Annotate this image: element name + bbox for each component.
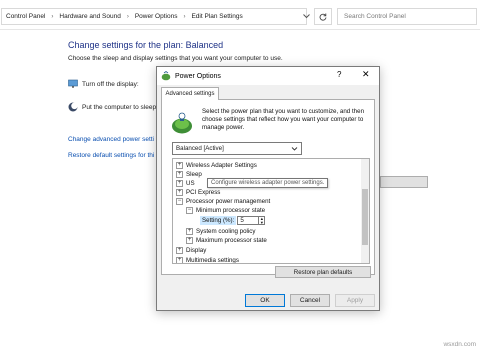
tree-item-label: Maximum processor state bbox=[196, 237, 267, 244]
refresh-button[interactable] bbox=[314, 8, 332, 25]
sleep-setting-row: Put the computer to sleep bbox=[68, 102, 156, 112]
tree-item-label: Wireless Adapter Settings bbox=[186, 162, 257, 169]
chevron-down-icon bbox=[302, 14, 310, 19]
expand-icon[interactable]: + bbox=[186, 228, 193, 235]
address-bar: Control Panel › Hardware and Sound › Pow… bbox=[0, 0, 480, 30]
tree-item-maximum-processor-state[interactable]: + Maximum processor state bbox=[186, 236, 267, 245]
tree-item-multimedia-settings[interactable]: + Multimedia settings bbox=[176, 256, 239, 264]
tree-item-processor-power-management[interactable]: − Processor power management bbox=[176, 197, 270, 206]
processor-setting-row: Setting (%): 5 ▲ ▼ bbox=[200, 216, 266, 225]
power-plan-icon bbox=[172, 112, 192, 134]
expand-icon[interactable]: + bbox=[176, 171, 183, 178]
dropdown-history-button[interactable] bbox=[297, 8, 315, 25]
page-title: Change settings for the plan: Balanced bbox=[68, 40, 224, 50]
tree-item-label: Display bbox=[186, 247, 207, 254]
save-changes-button[interactable] bbox=[380, 176, 428, 188]
spinner-icon[interactable]: ▲ ▼ bbox=[259, 216, 266, 225]
plan-dropdown[interactable]: Balanced [Active] bbox=[172, 142, 302, 155]
help-button[interactable]: ? bbox=[337, 70, 341, 79]
intro-text: Select the power plan that you want to c… bbox=[202, 108, 365, 131]
setting-value-input[interactable]: 5 bbox=[237, 216, 260, 225]
dialog-title: Power Options bbox=[175, 72, 221, 80]
breadcrumb-item-hardware-and-sound[interactable]: Hardware and Sound bbox=[59, 13, 120, 20]
power-options-dialog: Power Options ? ✕ Advanced settings Sele… bbox=[156, 66, 380, 311]
moon-icon bbox=[68, 102, 78, 112]
expand-icon[interactable]: + bbox=[176, 180, 183, 187]
sleep-label: Put the computer to sleep bbox=[82, 103, 157, 111]
search-input[interactable]: Search Control Panel bbox=[337, 8, 477, 25]
scrollbar-thumb[interactable] bbox=[362, 189, 368, 245]
breadcrumb-separator-icon: › bbox=[183, 13, 186, 20]
chevron-down-icon bbox=[291, 147, 298, 151]
expand-icon[interactable]: + bbox=[176, 247, 183, 254]
breadcrumb-item-control-panel[interactable]: Control Panel bbox=[6, 13, 45, 20]
turn-off-display-label: Turn off the display: bbox=[82, 80, 139, 88]
tree-scrollbar[interactable] bbox=[361, 159, 369, 263]
settings-tree[interactable]: + Wireless Adapter Settings + Sleep + US… bbox=[172, 158, 370, 264]
power-options-icon bbox=[161, 71, 171, 81]
restore-plan-defaults-button[interactable]: Restore plan defaults bbox=[275, 266, 371, 278]
refresh-icon bbox=[319, 13, 327, 21]
dialog-tabbar: Advanced settings bbox=[157, 85, 379, 100]
collapse-icon[interactable]: − bbox=[186, 207, 193, 214]
tree-item-system-cooling-policy[interactable]: + System cooling policy bbox=[186, 227, 256, 236]
tab-advanced-settings[interactable]: Advanced settings bbox=[161, 87, 219, 100]
monitor-icon bbox=[68, 79, 78, 88]
search-placeholder: Search Control Panel bbox=[344, 13, 406, 20]
tree-item-wireless-adapter[interactable]: + Wireless Adapter Settings bbox=[176, 161, 257, 170]
expand-icon[interactable]: + bbox=[176, 162, 183, 169]
setting-label: Setting (%): bbox=[200, 216, 237, 225]
expand-icon[interactable]: + bbox=[186, 237, 193, 244]
tree-item-minimum-processor-state[interactable]: − Minimum processor state bbox=[186, 206, 265, 215]
expand-icon[interactable]: + bbox=[176, 189, 183, 196]
tree-item-label: System cooling policy bbox=[196, 228, 256, 235]
tree-item-pci-express[interactable]: + PCI Express bbox=[176, 188, 220, 197]
cancel-button[interactable]: Cancel bbox=[290, 294, 330, 307]
ok-button[interactable]: OK bbox=[245, 294, 285, 307]
display-setting-row: Turn off the display: bbox=[68, 79, 139, 89]
tree-item-label: Processor power management bbox=[186, 198, 271, 205]
intro: Select the power plan that you want to c… bbox=[170, 108, 372, 134]
advanced-settings-link[interactable]: Change advanced power setti bbox=[68, 136, 154, 143]
tree-item-usb[interactable]: + US bbox=[176, 179, 195, 188]
breadcrumb-separator-icon: › bbox=[51, 13, 54, 20]
breadcrumb[interactable]: Control Panel › Hardware and Sound › Pow… bbox=[1, 8, 307, 25]
tree-item-label: US bbox=[186, 180, 195, 187]
tree-item-label: Multimedia settings bbox=[186, 257, 239, 264]
breadcrumb-item-edit-plan-settings[interactable]: Edit Plan Settings bbox=[191, 13, 242, 20]
breadcrumb-separator-icon: › bbox=[126, 13, 129, 20]
breadcrumb-item-power-options[interactable]: Power Options bbox=[135, 13, 178, 20]
tree-item-label: PCI Express bbox=[186, 189, 221, 196]
tree-item-sleep[interactable]: + Sleep bbox=[176, 170, 202, 179]
tree-item-label: Minimum processor state bbox=[196, 207, 266, 214]
plan-dropdown-value: Balanced [Active] bbox=[176, 145, 224, 152]
apply-button[interactable]: Apply bbox=[335, 294, 375, 307]
tree-item-display[interactable]: + Display bbox=[176, 246, 206, 255]
page-subtitle: Choose the sleep and display settings th… bbox=[68, 55, 283, 62]
tree-item-label: Sleep bbox=[186, 171, 202, 178]
advanced-settings-panel: Select the power plan that you want to c… bbox=[161, 99, 375, 278]
tooltip: Configure wireless adapter power setting… bbox=[207, 178, 329, 188]
close-icon[interactable]: ✕ bbox=[362, 69, 370, 80]
expand-icon[interactable]: + bbox=[176, 257, 183, 263]
collapse-icon[interactable]: − bbox=[176, 198, 183, 205]
dialog-titlebar[interactable]: Power Options ? ✕ bbox=[157, 67, 379, 85]
restore-defaults-link[interactable]: Restore default settings for thi bbox=[68, 152, 154, 159]
watermark: wsxdn.com bbox=[443, 341, 476, 348]
